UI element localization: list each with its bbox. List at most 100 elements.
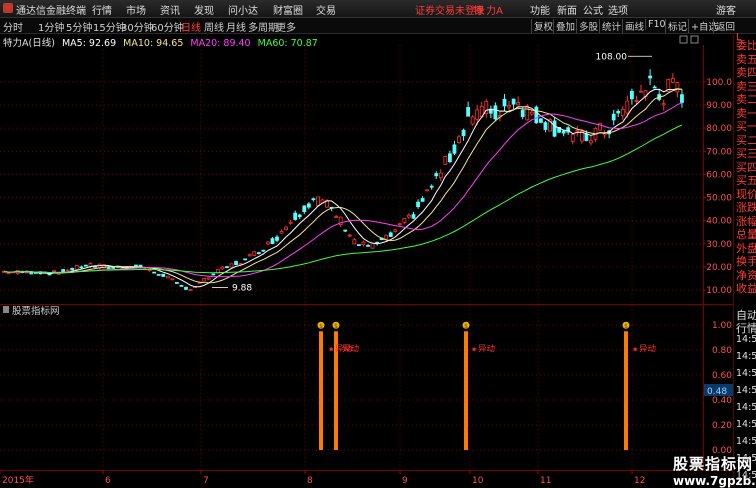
candle-body — [279, 231, 284, 234]
period-tab[interactable]: 更多 — [276, 19, 296, 34]
candle-body — [457, 136, 461, 143]
time-tick-label: 2015年 — [2, 474, 34, 486]
sidebar-quote-label: 收益 — [736, 282, 756, 295]
toolbar-button[interactable]: 叠加 — [553, 19, 575, 33]
period-tab-active[interactable]: 日线 — [181, 19, 201, 34]
watermark: 股票指标网 www.7gpzb.com — [673, 453, 756, 488]
candle-body — [539, 118, 543, 123]
candle-body — [361, 241, 366, 246]
app-logo-icon — [3, 3, 13, 13]
menu-item-wealth[interactable]: 财富圈 — [273, 2, 303, 17]
kline-chart[interactable]: 100.0 90.00 80.00 70.00 60.00 50.00 40.00 30.00… — [0, 33, 733, 487]
menu-item-news[interactable]: 资讯 — [160, 2, 180, 17]
candle-body — [438, 172, 443, 179]
candle-body — [243, 258, 248, 261]
period-tab[interactable]: 1分钟 — [38, 19, 64, 34]
price-tick-label: 50.00 — [706, 194, 732, 204]
period-tab[interactable]: 周线 — [204, 19, 224, 34]
signal-icon-glyph: $ — [464, 323, 468, 330]
toolbar-button[interactable]: 多股 — [576, 19, 598, 33]
watermark-title: 股票指标网 — [673, 455, 754, 473]
price-tick-label: 10.00 — [706, 286, 732, 296]
period-tab[interactable]: 月线 — [226, 19, 246, 34]
top-menu-bar: 通达信金融终端 行情 市场 资讯 发现 问小达 财富圈 交易 证券交易未登录 特… — [0, 0, 756, 18]
candle-body — [211, 273, 216, 276]
menu-item-options[interactable]: 选项 — [608, 2, 628, 17]
signal-icon-glyph: $ — [334, 323, 338, 330]
candle-body — [648, 75, 652, 79]
toolbar-button[interactable]: 统计 — [599, 19, 621, 33]
time-tick-label: 12 — [634, 476, 645, 486]
candle-body — [234, 261, 238, 266]
signal-star-icon: ★ — [471, 345, 477, 353]
menu-item-market[interactable]: 市场 — [126, 2, 146, 17]
candle-body — [225, 266, 229, 269]
candle-body — [261, 249, 266, 252]
candle-body — [352, 239, 357, 245]
indicator-panel-icon — [3, 306, 9, 313]
sidebar-tick-time: 14:5 — [736, 419, 756, 430]
time-tick-label: 6 — [105, 476, 111, 486]
candle-body — [470, 116, 475, 125]
candle-body — [179, 284, 184, 287]
candle-body — [184, 287, 188, 290]
sidebar-tick-time: 14:5 — [736, 351, 756, 362]
ma5-line — [3, 88, 682, 288]
candle-body — [70, 267, 75, 271]
candle-body — [79, 266, 84, 269]
period-toolbar: 分时 1分钟 5分钟 15分钟 30分钟 60分钟 日线 周线 月线 多周期 更… — [0, 18, 756, 34]
menu-item-trade[interactable]: 交易 — [316, 2, 336, 17]
menu-item-quotes[interactable]: 行情 — [92, 2, 112, 17]
signal-star-icon: ★ — [328, 345, 334, 353]
ma10-value: MA10: 94.65 — [123, 38, 184, 49]
menu-item-discover[interactable]: 发现 — [194, 2, 214, 17]
ma5-value: MA5: 92.69 — [61, 38, 117, 49]
menu-item-ask[interactable]: 问小达 — [228, 2, 258, 17]
candle-body — [570, 133, 575, 142]
period-tab[interactable]: 分时 — [3, 19, 23, 34]
menu-item-formula[interactable]: 公式 — [583, 2, 603, 17]
toolbar-button[interactable]: 复权 — [531, 19, 553, 33]
signal-label: 异动 — [342, 343, 360, 354]
sidebar-tick-time: 14:5 — [736, 436, 756, 447]
quote-sidebar: L 委比 卖五 卖四 卖三 卖二 卖一 买一 买二 买三 买四 买五 现价 涨跌 涨幅 总量 外盘 换手 净资 收益自… — [733, 32, 756, 487]
candle-body — [416, 201, 420, 208]
signal-star-icon: ★ — [632, 345, 638, 353]
candle-body — [561, 130, 566, 134]
candle-body — [247, 254, 252, 257]
toolbar-button[interactable]: 画线 — [622, 19, 644, 33]
candle-body — [507, 104, 511, 108]
candle-body — [252, 251, 257, 256]
candle-body — [543, 122, 548, 130]
sidebar-tick-time: 14:5 — [736, 402, 756, 413]
period-tab[interactable]: 60分钟 — [151, 19, 184, 34]
candle-body — [534, 106, 539, 124]
candle-body — [84, 264, 88, 267]
candle-body — [174, 282, 179, 284]
toolbar-button[interactable]: 返回 — [713, 19, 735, 33]
toolbar-button[interactable]: 标记 — [665, 19, 687, 33]
candle-body — [652, 86, 657, 89]
toolbar-button[interactable]: F10 — [645, 19, 666, 30]
signal-label: 异动 — [639, 343, 657, 354]
period-tab[interactable]: 多周期 — [248, 19, 278, 34]
ma20-line — [3, 102, 683, 278]
sidebar-tick-time: 14:5 — [736, 368, 756, 379]
candle-body — [589, 140, 593, 144]
time-tick-label: 10 — [472, 476, 484, 486]
time-tick-label: 11 — [540, 476, 551, 486]
candle-body — [639, 90, 643, 93]
candle-body — [575, 129, 580, 132]
expand-icon — [679, 35, 688, 44]
indicator-tick-label: 0.80 — [712, 346, 732, 356]
candle-body — [411, 214, 416, 219]
candle-body — [584, 133, 589, 141]
signal-icon-glyph: $ — [624, 323, 628, 330]
menu-item-function[interactable]: 功能 — [530, 2, 550, 17]
sidebar-tick-time: 14:5 — [736, 385, 756, 396]
period-tab[interactable]: 30分钟 — [121, 19, 154, 34]
period-tab[interactable]: 5分钟 — [66, 19, 92, 34]
candle-body — [630, 90, 634, 100]
menu-item-new[interactable]: 新面 — [557, 2, 577, 17]
menu-item-guest[interactable]: 游客 — [716, 2, 736, 17]
